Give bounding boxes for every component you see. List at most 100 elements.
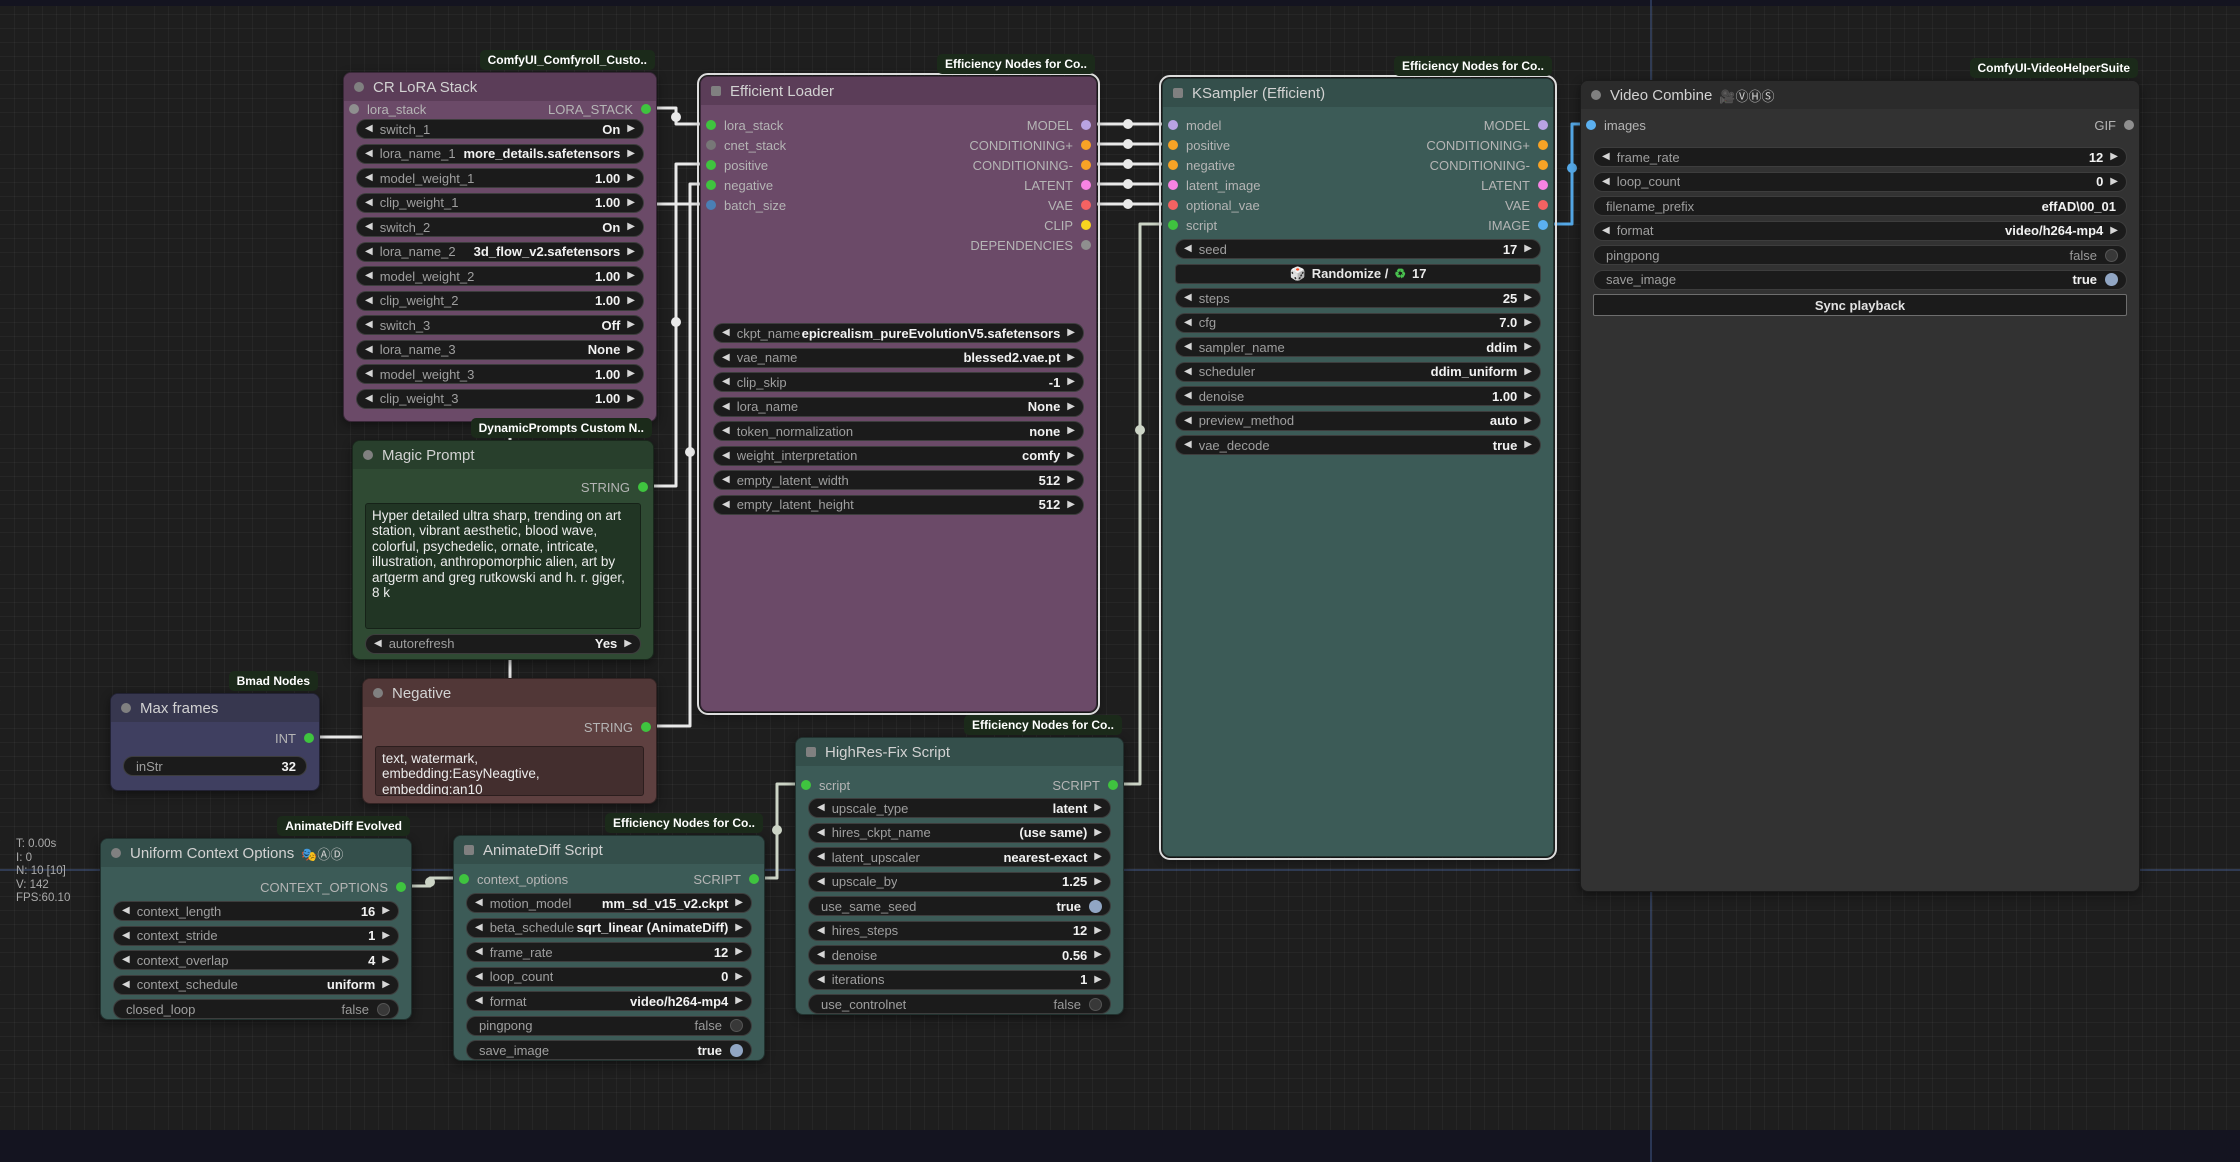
output-slot-LATENT[interactable]: LATENT <box>1481 175 1548 195</box>
left-arrow-icon[interactable]: ◀ <box>475 947 483 957</box>
input-slot-negative[interactable]: negative <box>706 175 773 195</box>
widget-weight_interpretation[interactable]: ◀weight_interpretationcomfy▶ <box>713 446 1084 466</box>
widget-filename_prefix[interactable]: filename_prefixeffAD\00_01 <box>1593 196 2127 216</box>
output-slot-dot[interactable] <box>1081 160 1091 170</box>
output-slot-dot[interactable] <box>1081 240 1091 250</box>
input-slot-images[interactable]: images <box>1586 115 1646 135</box>
left-arrow-icon[interactable]: ◀ <box>122 955 130 965</box>
input-slot-dot[interactable] <box>1168 120 1178 130</box>
widget-button-sync-playback[interactable]: Sync playback <box>1593 294 2127 316</box>
widget-lora_name_2[interactable]: ◀lora_name_23d_flow_v2.safetensors▶ <box>356 242 644 262</box>
right-arrow-icon[interactable]: ▶ <box>382 906 390 916</box>
widget-switch_3[interactable]: ◀switch_3Off▶ <box>356 315 644 335</box>
node-video-combine[interactable]: Video Combine🎥ⓋⒽⓈimagesGIF◀frame_rate12▶… <box>1580 80 2140 892</box>
widget-upscale_by[interactable]: ◀upscale_by1.25▶ <box>808 872 1111 892</box>
right-arrow-icon[interactable]: ▶ <box>627 173 635 183</box>
widget-iterations[interactable]: ◀iterations1▶ <box>808 970 1111 990</box>
widget-lora_name_1[interactable]: ◀lora_name_1more_details.safetensors▶ <box>356 144 644 164</box>
left-arrow-icon[interactable]: ◀ <box>365 369 373 379</box>
collapse-dot-icon[interactable] <box>121 703 131 713</box>
widget-cfg[interactable]: ◀cfg7.0▶ <box>1175 313 1541 333</box>
right-arrow-icon[interactable]: ▶ <box>1524 416 1532 426</box>
widget-ckpt_name[interactable]: ◀ckpt_nameepicrealism_pureEvolutionV5.sa… <box>713 323 1084 343</box>
right-arrow-icon[interactable]: ▶ <box>1067 328 1075 338</box>
input-slot-dot[interactable] <box>706 180 716 190</box>
left-arrow-icon[interactable]: ◀ <box>365 198 373 208</box>
toggle-dot[interactable] <box>2105 249 2118 262</box>
output-slot-dot[interactable] <box>1081 180 1091 190</box>
widget-closed_loop[interactable]: closed_loopfalse <box>113 999 399 1019</box>
link-midpoint-dot[interactable] <box>1123 159 1133 169</box>
left-arrow-icon[interactable]: ◀ <box>475 972 483 982</box>
input-slot-dot[interactable] <box>1586 120 1596 130</box>
widget-hires_ckpt_name[interactable]: ◀hires_ckpt_name(use same)▶ <box>808 823 1111 843</box>
output-slot-CONDITIONING+[interactable]: CONDITIONING+ <box>969 135 1091 155</box>
widget-pingpong[interactable]: pingpongfalse <box>1593 245 2127 265</box>
link-midpoint-dot[interactable] <box>1135 425 1145 435</box>
collapse-dot-icon[interactable] <box>373 688 383 698</box>
input-slot-dot[interactable] <box>706 160 716 170</box>
widget-vae_name[interactable]: ◀vae_nameblessed2.vae.pt▶ <box>713 348 1084 368</box>
output-slot-dot[interactable] <box>1538 120 1548 130</box>
node-magic-prompt[interactable]: Magic PromptSTRINGHyper detailed ultra s… <box>352 440 654 660</box>
input-slot-batch_size[interactable]: batch_size <box>706 195 786 215</box>
left-arrow-icon[interactable]: ◀ <box>817 828 825 838</box>
right-arrow-icon[interactable]: ▶ <box>1524 318 1532 328</box>
widget-steps[interactable]: ◀steps25▶ <box>1175 288 1541 308</box>
left-arrow-icon[interactable]: ◀ <box>1602 152 1610 162</box>
right-arrow-icon[interactable]: ▶ <box>735 972 743 982</box>
right-arrow-icon[interactable]: ▶ <box>1524 342 1532 352</box>
left-arrow-icon[interactable]: ◀ <box>122 906 130 916</box>
right-arrow-icon[interactable]: ▶ <box>382 931 390 941</box>
left-arrow-icon[interactable]: ◀ <box>365 247 373 257</box>
right-arrow-icon[interactable]: ▶ <box>627 222 635 232</box>
collapse-dot-icon[interactable] <box>1591 90 1601 100</box>
node-highres-fix-script[interactable]: HighRes-Fix ScriptscriptSCRIPT◀upscale_t… <box>795 737 1124 1015</box>
output-slot-dot[interactable] <box>638 482 648 492</box>
output-slot-STRING[interactable]: STRING <box>584 717 651 737</box>
widget-context_stride[interactable]: ◀context_stride1▶ <box>113 926 399 946</box>
right-arrow-icon[interactable]: ▶ <box>735 947 743 957</box>
left-arrow-icon[interactable]: ◀ <box>475 898 483 908</box>
input-slot-context_options[interactable]: context_options <box>459 869 568 889</box>
right-arrow-icon[interactable]: ▶ <box>1094 877 1102 887</box>
right-arrow-icon[interactable]: ▶ <box>627 369 635 379</box>
right-arrow-icon[interactable]: ▶ <box>627 345 635 355</box>
input-slot-positive[interactable]: positive <box>706 155 768 175</box>
toggle-dot[interactable] <box>377 1003 390 1016</box>
widget-motion_model[interactable]: ◀motion_modelmm_sd_v15_v2.ckpt▶ <box>466 893 752 913</box>
left-arrow-icon[interactable]: ◀ <box>1184 342 1192 352</box>
prompt-textarea[interactable]: Hyper detailed ultra sharp, trending on … <box>365 503 641 629</box>
widget-denoise[interactable]: ◀denoise0.56▶ <box>808 945 1111 965</box>
left-arrow-icon[interactable]: ◀ <box>722 500 730 510</box>
output-slot-LORA_STACK[interactable]: LORA_STACK <box>548 99 651 119</box>
right-arrow-icon[interactable]: ▶ <box>2110 226 2118 236</box>
input-slot-script[interactable]: script <box>1168 215 1217 235</box>
input-slot-lora_stack[interactable]: lora_stack <box>706 115 783 135</box>
right-arrow-icon[interactable]: ▶ <box>1067 426 1075 436</box>
right-arrow-icon[interactable]: ▶ <box>1067 475 1075 485</box>
output-slot-GIF[interactable]: GIF <box>2094 115 2134 135</box>
left-arrow-icon[interactable]: ◀ <box>365 271 373 281</box>
right-arrow-icon[interactable]: ▶ <box>382 955 390 965</box>
left-arrow-icon[interactable]: ◀ <box>122 931 130 941</box>
output-slot-dot[interactable] <box>1108 780 1118 790</box>
widget-latent_upscaler[interactable]: ◀latent_upscalernearest-exact▶ <box>808 847 1111 867</box>
output-slot-CONDITIONING-[interactable]: CONDITIONING- <box>973 155 1091 175</box>
node-titlebar[interactable]: KSampler (Efficient) <box>1163 79 1553 107</box>
input-slot-dot[interactable] <box>1168 140 1178 150</box>
left-arrow-icon[interactable]: ◀ <box>1184 367 1192 377</box>
link-midpoint-dot[interactable] <box>671 112 681 122</box>
input-slot-dot[interactable] <box>706 200 716 210</box>
output-slot-dot[interactable] <box>304 733 314 743</box>
collapse-square-icon[interactable] <box>1173 88 1183 98</box>
widget-clip_skip[interactable]: ◀clip_skip-1▶ <box>713 372 1084 392</box>
widget-pingpong[interactable]: pingpongfalse <box>466 1016 752 1036</box>
widget-scheduler[interactable]: ◀schedulerddim_uniform▶ <box>1175 362 1541 382</box>
right-arrow-icon[interactable]: ▶ <box>624 639 632 649</box>
input-slot-dot[interactable] <box>706 120 716 130</box>
left-arrow-icon[interactable]: ◀ <box>1184 416 1192 426</box>
collapse-square-icon[interactable] <box>806 747 816 757</box>
output-slot-LATENT[interactable]: LATENT <box>1024 175 1091 195</box>
right-arrow-icon[interactable]: ▶ <box>1094 852 1102 862</box>
